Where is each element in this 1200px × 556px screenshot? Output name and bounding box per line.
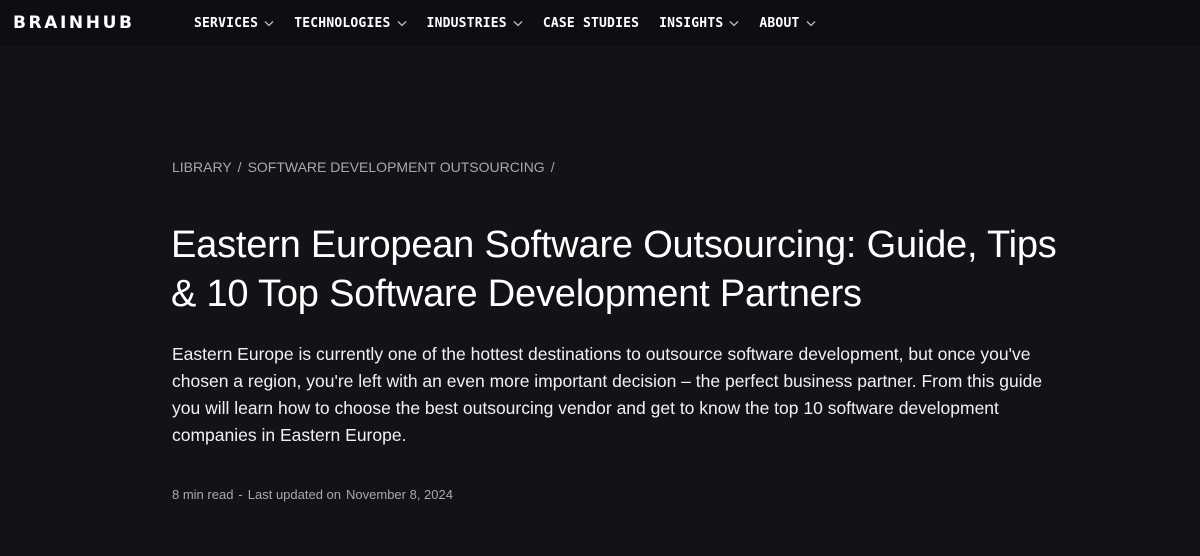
chevron-down-icon: [513, 20, 523, 28]
breadcrumb: LIBRARY / SOFTWARE DEVELOPMENT OUTSOURCI…: [172, 159, 555, 175]
breadcrumb-separator: /: [550, 159, 555, 175]
chevron-down-icon: [397, 20, 407, 28]
breadcrumb-separator: /: [237, 159, 242, 175]
article-title: Eastern European Software Outsourcing: G…: [171, 224, 1057, 315]
nav-services[interactable]: SERVICES: [194, 16, 274, 31]
nav-industries[interactable]: INDUSTRIES: [427, 16, 523, 31]
chevron-down-icon: [806, 20, 816, 28]
article-meta: 8 min read - Last updated on November 8,…: [172, 487, 453, 502]
nav-insights[interactable]: INSIGHTS: [659, 16, 739, 31]
main-nav: SERVICES TECHNOLOGIES INDUSTRIES CASE ST…: [194, 0, 836, 46]
brainhub-logo[interactable]: BRAINHUB: [13, 13, 135, 33]
nav-technologies-label: TECHNOLOGIES: [294, 15, 391, 31]
updated-date: November 8, 2024: [346, 487, 453, 502]
breadcrumb-library-link[interactable]: LIBRARY: [172, 159, 232, 175]
nav-industries-label: INDUSTRIES: [426, 15, 507, 31]
nav-services-label: SERVICES: [194, 15, 259, 31]
site-header: BRAINHUB SERVICES TECHNOLOGIES INDUSTRIE…: [0, 0, 1200, 46]
chevron-down-icon: [729, 20, 739, 28]
chevron-down-icon: [264, 20, 274, 28]
nav-about[interactable]: ABOUT: [759, 16, 815, 31]
nav-case-studies-label: CASE STUDIES: [542, 15, 640, 31]
breadcrumb-category-link[interactable]: SOFTWARE DEVELOPMENT OUTSOURCING: [248, 159, 545, 175]
updated-label: Last updated on: [247, 487, 342, 502]
read-time: 8 min read: [172, 487, 234, 502]
nav-technologies[interactable]: TECHNOLOGIES: [294, 15, 407, 31]
nav-insights-label: INSIGHTS: [659, 15, 724, 31]
meta-separator: -: [238, 487, 243, 502]
article-lead: Eastern Europe is currently one of the h…: [172, 344, 1043, 445]
nav-case-studies[interactable]: CASE STUDIES: [543, 16, 639, 31]
nav-about-label: ABOUT: [759, 15, 800, 31]
